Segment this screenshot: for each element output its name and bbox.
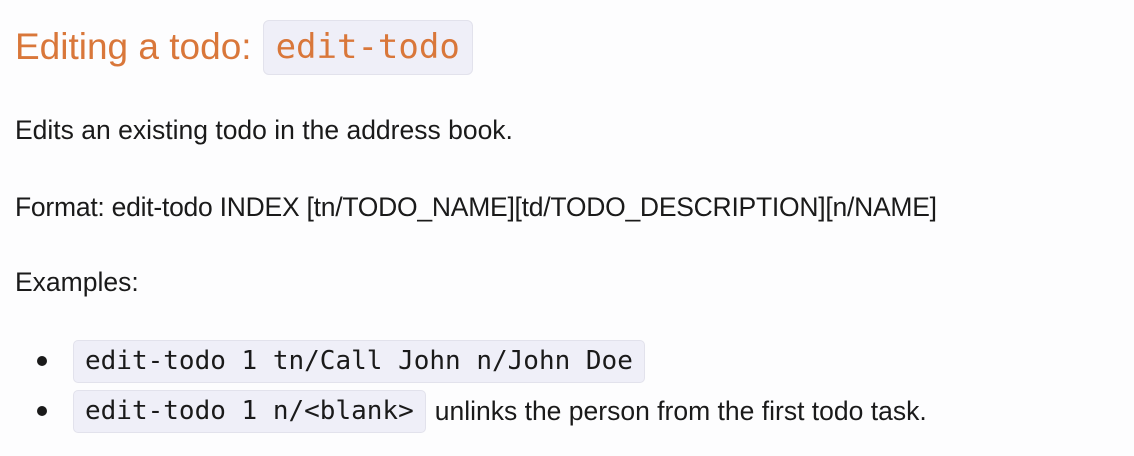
examples-list: edit-todo 1 tn/Call John n/John Doe edit… <box>15 336 927 436</box>
bullet-icon <box>37 356 47 366</box>
examples-label: Examples: <box>15 267 139 297</box>
section-heading-text: Editing a todo: <box>15 26 252 67</box>
example-code: edit-todo 1 tn/Call John n/John Doe <box>73 339 645 383</box>
example-code: edit-todo 1 n/<blank> <box>73 389 426 433</box>
command-format: Format: edit-todo INDEX [tn/TODO_NAME][t… <box>15 192 937 222</box>
bullet-icon <box>37 406 47 416</box>
example-item: edit-todo 1 n/<blank> unlinks the person… <box>15 386 927 436</box>
command-description: Edits an existing todo in the address bo… <box>15 115 513 145</box>
command-name-code: edit-todo <box>262 19 473 75</box>
example-item: edit-todo 1 tn/Call John n/John Doe <box>15 336 927 386</box>
section-heading: Editing a todo: edit-todo <box>15 19 473 75</box>
example-explanation: unlinks the person from the first todo t… <box>434 395 927 426</box>
